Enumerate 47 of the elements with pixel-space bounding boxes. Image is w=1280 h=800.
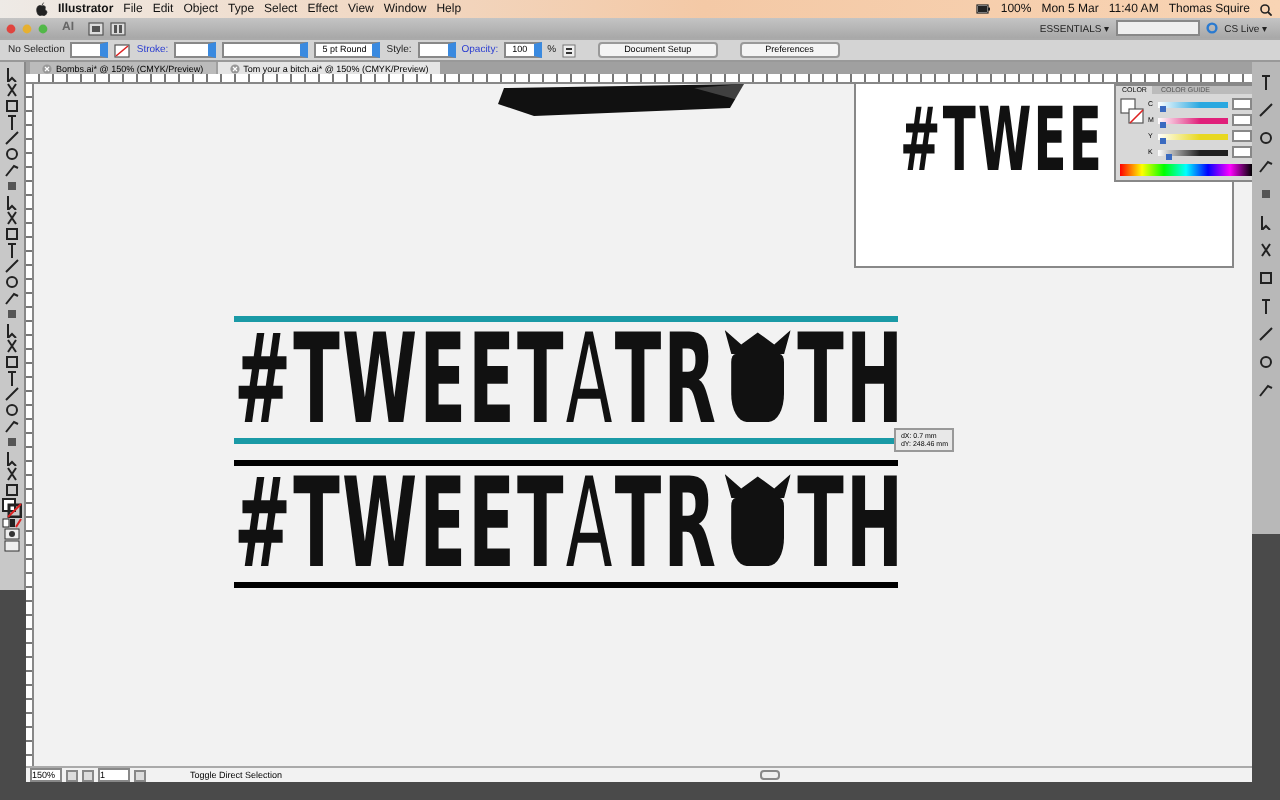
close-icon[interactable] [229, 63, 240, 73]
slider-thumb[interactable] [1159, 137, 1166, 143]
tool-icon[interactable] [4, 466, 20, 482]
search-field[interactable] [1116, 20, 1201, 36]
artwork-text: TH [797, 474, 906, 574]
slider-thumb[interactable] [1166, 153, 1173, 159]
artwork-text: #TWEE [900, 96, 1105, 188]
fill-dropdown[interactable] [70, 42, 109, 58]
artwork-text: A [565, 474, 615, 574]
artwork-text: #TWEET [234, 330, 566, 430]
align-icon[interactable] [562, 43, 577, 57]
slider-thumb[interactable] [1159, 105, 1166, 111]
fill-stroke-swatch-icon[interactable] [2, 498, 22, 518]
panel-icon[interactable] [1258, 298, 1274, 314]
draw-mode-icon[interactable] [4, 528, 20, 540]
stroke-weight-field[interactable] [174, 42, 217, 58]
screen-mode-icon[interactable] [4, 540, 20, 552]
tool-icon[interactable] [4, 114, 20, 130]
artwork-text: TR [614, 474, 719, 574]
tool-icon[interactable] [4, 370, 20, 386]
panel-icon[interactable] [1258, 74, 1274, 90]
bomb-icon [724, 330, 791, 422]
color-mode-icon[interactable] [2, 518, 22, 528]
slider-thumb[interactable] [1159, 121, 1166, 127]
variable-width-dropdown[interactable] [222, 42, 309, 58]
panel-icon[interactable] [1258, 242, 1274, 258]
artwork-text: #TWEET [234, 474, 566, 574]
tool-icon[interactable] [4, 210, 20, 226]
panel-icon[interactable] [1258, 270, 1274, 286]
fill-stroke-swatch-icon[interactable] [1120, 98, 1144, 126]
artwork-text: A [565, 330, 615, 430]
artwork-text: TR [614, 330, 719, 430]
close-icon[interactable] [42, 63, 52, 73]
tool-icon[interactable] [4, 82, 20, 98]
tool-icon[interactable] [4, 242, 20, 258]
nav-button[interactable] [134, 769, 146, 781]
apple-icon [36, 2, 48, 16]
color-spectrum-bar[interactable] [1120, 164, 1252, 176]
scrollbar-thumb[interactable] [759, 770, 780, 780]
artwork-text: TH [797, 330, 906, 430]
arrange-icon[interactable] [110, 21, 130, 35]
stroke-swatch-icon[interactable] [114, 43, 131, 57]
search-icon[interactable] [1260, 3, 1272, 15]
bomb-icon [724, 474, 791, 566]
battery-icon [976, 4, 991, 14]
style-dropdown[interactable] [417, 42, 456, 58]
tool-icon[interactable] [4, 338, 20, 354]
